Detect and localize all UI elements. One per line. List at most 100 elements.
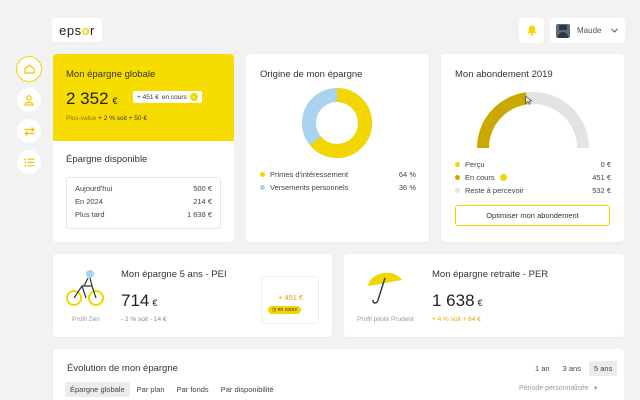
- row-label: Aujourd'hui: [75, 184, 113, 193]
- available-savings-card: Épargne disponible Aujourd'hui 500 € En …: [53, 141, 234, 242]
- chip-clock-icon: ◷: [272, 307, 277, 313]
- global-amount: 2 352: [66, 89, 109, 108]
- chevron-down-icon: [611, 28, 619, 33]
- pending-badge: + 451 € en cours: [133, 91, 202, 103]
- available-savings-title: Épargne disponible: [66, 154, 148, 165]
- origin-donut-chart: [302, 88, 372, 158]
- clock-icon: [189, 93, 198, 101]
- bicycle-illustration-icon: [66, 270, 104, 306]
- tab-by-plan[interactable]: Par plan: [132, 382, 170, 397]
- matching-row-received: Perçu 0 €: [455, 160, 611, 169]
- plus-value-line: Plus-value + 2 % soit + 50 €: [66, 115, 147, 122]
- legend-dot: [260, 172, 265, 177]
- legend-value: 36 %: [398, 183, 416, 192]
- matching-gauge: [477, 92, 589, 149]
- available-row-today: Aujourd'hui 500 €: [75, 184, 212, 193]
- tab-by-availability[interactable]: Par disponibilité: [216, 382, 279, 397]
- pending-chip: ◷ en cours: [268, 306, 301, 314]
- sidebar-item-transfers[interactable]: [17, 119, 41, 143]
- pending-badge-amount: + 451 €: [137, 93, 159, 101]
- period-3-years[interactable]: 3 ans: [558, 361, 586, 376]
- umbrella-illustration-icon: [368, 272, 402, 304]
- legend-dot: [260, 185, 265, 190]
- tab-by-fund[interactable]: Par fonds: [172, 382, 214, 397]
- logo-letters: epsor: [59, 22, 95, 38]
- sidebar-item-list[interactable]: [17, 150, 41, 174]
- per-amount-block: 1 638 €: [432, 291, 483, 311]
- notifications-button[interactable]: [519, 18, 544, 43]
- legend-label: Primes d'intéressement: [270, 170, 349, 179]
- row-label: Plus tard: [75, 210, 105, 219]
- evolution-title: Évolution de mon épargne: [67, 363, 178, 374]
- global-amount-block: 2 352 €: [66, 89, 118, 109]
- gauge-fill: [477, 92, 528, 149]
- pei-amount-block: 714 €: [121, 291, 157, 311]
- pei-profile: Profil Zen: [72, 316, 100, 323]
- matching-card: Mon abondement 2019 Perçu 0 € En cours 4…: [441, 54, 624, 242]
- pei-pending-badge: ◷ en cours: [268, 306, 301, 314]
- legend-value: 64 %: [398, 170, 416, 179]
- per-detail: + 4 % soit + 64 €: [432, 316, 481, 323]
- per-amount: 1 638: [432, 291, 475, 310]
- evolution-card: Évolution de mon épargne 1 an 3 ans 5 an…: [53, 349, 624, 400]
- plus-value-detail: + 2 % soit + 50 €: [98, 115, 147, 122]
- global-savings-card: Mon épargne globale 2 352 € + 451 € en c…: [53, 54, 234, 141]
- sidebar-item-profile[interactable]: [17, 88, 41, 112]
- pending-chip-label: en cours: [277, 307, 297, 313]
- legend-label: Reste à percevoir: [465, 186, 524, 195]
- available-row-later: Plus tard 1 638 €: [75, 210, 212, 219]
- epsor-logo[interactable]: epsor epsor: [52, 18, 102, 42]
- transfer-arrows-icon: [23, 126, 35, 136]
- matching-row-pending: En cours 451 €: [455, 173, 611, 182]
- user-menu[interactable]: Maude: [550, 18, 625, 43]
- pei-currency: €: [152, 298, 158, 308]
- period-selector: 1 an 3 ans 5 ans: [530, 361, 618, 376]
- matching-legend: Perçu 0 € En cours 451 € Reste à percevo…: [455, 160, 611, 195]
- matching-row-remaining: Reste à percevoir 532 €: [455, 186, 611, 195]
- period-5-years[interactable]: 5 ans: [588, 361, 618, 376]
- pending-badge-label: en cours: [161, 93, 187, 101]
- optimize-matching-button[interactable]: Optimiser mon abondement: [455, 205, 610, 226]
- custom-period-label: Période personnalisée: [519, 385, 589, 392]
- legend-label: En cours: [465, 173, 495, 182]
- list-icon: [23, 157, 34, 167]
- legend-item-interest: Primes d'intéressement 64 %: [260, 170, 416, 179]
- global-savings-title: Mon épargne globale: [66, 69, 156, 80]
- per-title: Mon épargne retraite - PER: [432, 269, 549, 280]
- row-value: 1 638 €: [186, 210, 212, 219]
- per-currency: €: [477, 298, 483, 308]
- avatar: [556, 23, 570, 38]
- pending-clock-icon: [499, 174, 507, 181]
- home-icon: [23, 64, 35, 74]
- available-savings-box: Aujourd'hui 500 € En 2024 214 € Plus tar…: [66, 177, 221, 229]
- evolution-tabs: Épargne globale Par plan Par fonds Par d…: [65, 382, 279, 397]
- row-value: 500 €: [193, 184, 212, 193]
- tab-global[interactable]: Épargne globale: [65, 382, 130, 397]
- legend-label: Perçu: [465, 160, 485, 169]
- pei-pending-box: + 451 € ◷ en cours: [261, 276, 319, 324]
- matching-title: Mon abondement 2019: [455, 69, 553, 80]
- pei-pending-amount: + 451 €: [278, 293, 304, 302]
- available-row-2024: En 2024 214 €: [75, 197, 212, 206]
- legend-dot: [455, 162, 460, 167]
- row-label: En 2024: [75, 197, 103, 206]
- profile-icon: [24, 94, 34, 106]
- top-bar: epsor epsor Maude: [0, 0, 640, 50]
- custom-period-select[interactable]: Période personnalisée ▼: [519, 385, 599, 392]
- legend-item-personal: Versements personnels 36 %: [260, 183, 416, 192]
- legend-value: 0 €: [600, 160, 611, 169]
- global-currency: €: [112, 96, 118, 106]
- bell-icon: [527, 25, 536, 36]
- pei-detail: - 2 % soit - 14 €: [121, 316, 167, 323]
- pei-card[interactable]: Profil Zen Mon épargne 5 ans - PEI 714 €…: [53, 254, 332, 337]
- legend-value: 451 €: [592, 173, 611, 182]
- user-name: Maude: [577, 26, 602, 35]
- caret-down-icon: ▼: [592, 385, 599, 392]
- legend-label: Versements personnels: [270, 183, 349, 192]
- period-1-year[interactable]: 1 an: [530, 361, 555, 376]
- sidebar-item-home[interactable]: [17, 57, 41, 81]
- per-card[interactable]: Profil piloté Prudent Mon épargne retrai…: [344, 254, 624, 337]
- plus-value-label: Plus-value: [66, 115, 97, 122]
- legend-dot: [455, 188, 460, 193]
- pei-amount: 714: [121, 291, 150, 310]
